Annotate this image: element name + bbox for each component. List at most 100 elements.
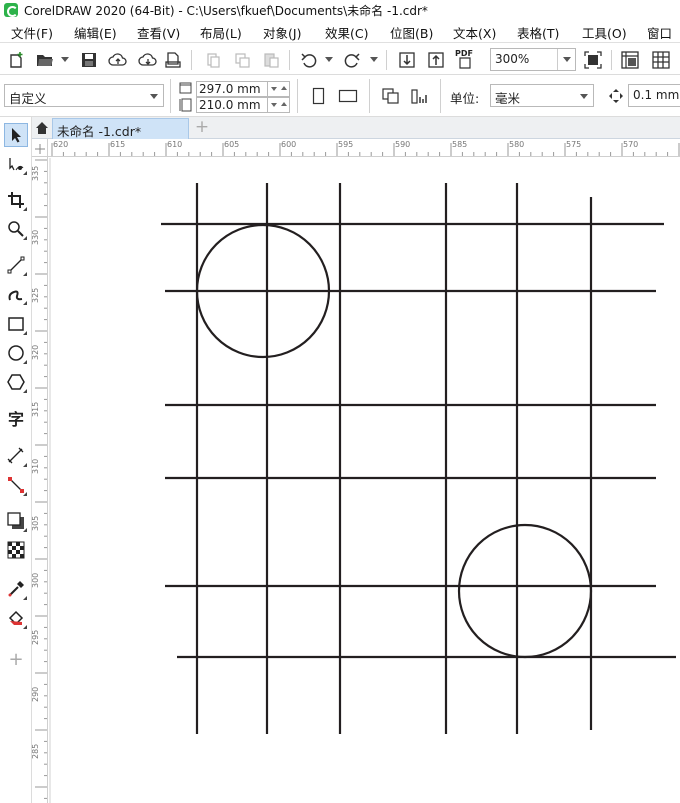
open-dropdown-arrow[interactable] [61, 57, 69, 62]
nudge-distance-value: 0.1 mm [633, 88, 680, 102]
menu-view[interactable]: 查看(V) [137, 23, 180, 42]
add-tool-icon: + [8, 648, 24, 670]
crop-tool[interactable] [4, 188, 28, 212]
portrait-icon [312, 87, 325, 105]
zoom-level-combo[interactable]: 300% [490, 48, 576, 71]
show-grid-button[interactable] [650, 49, 672, 71]
page-width-icon [179, 82, 192, 94]
horizontal-ruler[interactable]: 620 615 610 605 600 595 590 585 580 575 … [48, 139, 680, 157]
page-height-field[interactable]: 210.0 mm [196, 97, 268, 113]
redo-dropdown-arrow[interactable] [370, 57, 378, 62]
drawing-canvas[interactable] [49, 158, 680, 803]
nudge-distance-field[interactable]: 0.1 mm [628, 84, 680, 107]
document-tab[interactable]: 未命名 -1.cdr* [52, 118, 189, 139]
toolbox: 字 + [0, 117, 32, 803]
add-tool-button[interactable]: + [4, 647, 28, 671]
circle-shape[interactable] [457, 523, 593, 659]
page-width-spinner[interactable] [268, 81, 290, 97]
export-button[interactable] [425, 49, 447, 71]
menu-effects[interactable]: 效果(C) [325, 23, 368, 42]
propbar-separator [170, 79, 171, 113]
menu-layout[interactable]: 布局(L) [200, 23, 242, 42]
current-page-button[interactable] [409, 85, 431, 107]
units-value: 毫米 [495, 91, 521, 106]
transparency-tool[interactable] [4, 538, 28, 562]
undo-button[interactable] [298, 49, 320, 71]
text-tool[interactable]: 字 [4, 406, 28, 430]
units-label: 单位: [450, 91, 480, 106]
paper-preset-value: 自定义 [9, 91, 47, 106]
save-button[interactable] [78, 49, 100, 71]
ellipse-tool[interactable] [4, 341, 28, 365]
page-width-field[interactable]: 297.0 mm [196, 81, 268, 97]
menu-edit[interactable]: 编辑(E) [74, 23, 117, 42]
ruler-v-label: 305 [32, 515, 40, 531]
document-tab-label: 未命名 -1.cdr* [57, 124, 142, 139]
ruler-v-label: 300 [32, 572, 40, 588]
undo-dropdown-arrow[interactable] [325, 57, 333, 62]
polygon-tool[interactable] [4, 370, 28, 394]
cut-button[interactable] [202, 49, 224, 71]
menu-file[interactable]: 文件(F) [11, 23, 53, 42]
new-document-icon [10, 52, 23, 68]
cloud-download-button[interactable] [137, 49, 159, 71]
publish-pdf-button[interactable]: PDF [454, 49, 476, 71]
cloud-upload-icon [108, 53, 127, 66]
interactive-fill-tool[interactable] [4, 606, 28, 630]
ruler-origin-corner[interactable] [32, 139, 48, 157]
color-eyedropper-tool[interactable] [4, 577, 28, 601]
open-document-button[interactable] [34, 49, 56, 71]
save-icon [82, 53, 96, 67]
menu-table[interactable]: 表格(T) [517, 23, 559, 42]
show-rulers-button[interactable] [619, 49, 641, 71]
new-document-button[interactable] [6, 49, 28, 71]
portrait-button[interactable] [308, 85, 330, 107]
standard-toolbar: PDF 300% [0, 42, 680, 75]
cloud-upload-button[interactable] [107, 49, 129, 71]
undo-icon [301, 53, 317, 68]
landscape-icon [338, 89, 358, 103]
menu-tools[interactable]: 工具(O) [582, 23, 627, 42]
rectangle-tool[interactable] [4, 312, 28, 336]
page-height-spinner[interactable] [268, 97, 290, 113]
parallel-dimension-tool[interactable] [4, 444, 28, 468]
drawing-artwork[interactable] [49, 158, 680, 803]
zoom-dropdown-arrow[interactable] [557, 49, 575, 70]
ruler-h-label: 590 [395, 140, 411, 149]
welcome-screen-tab[interactable] [32, 117, 52, 139]
zoom-tool[interactable] [4, 217, 28, 241]
freehand-tool[interactable] [4, 253, 28, 277]
artistic-media-tool[interactable] [4, 282, 28, 306]
vertical-ruler[interactable]: 335 330 325 320 315 310 305 300 295 290 … [32, 157, 48, 803]
redo-button[interactable] [341, 49, 363, 71]
all-pages-button[interactable] [380, 85, 402, 107]
zoom-level-value: 300% [495, 52, 530, 66]
ruler-v-label: 285 [32, 743, 40, 759]
copy-button[interactable] [231, 49, 253, 71]
landscape-button[interactable] [337, 85, 359, 107]
coreldraw-logo-icon [4, 3, 18, 17]
drop-shadow-tool[interactable] [4, 509, 28, 533]
pick-tool[interactable] [4, 123, 28, 147]
toolbar-separator [386, 50, 387, 70]
connector-tool[interactable] [4, 473, 28, 497]
paste-button[interactable] [260, 49, 282, 71]
ruler-h-label: 585 [452, 140, 468, 149]
menu-text[interactable]: 文本(X) [453, 23, 496, 42]
menu-object[interactable]: 对象(J) [263, 23, 301, 42]
ruler-v-label: 325 [32, 287, 40, 303]
paper-preset-select[interactable]: 自定义 [4, 84, 164, 107]
new-document-tab-button[interactable]: + [194, 119, 210, 137]
full-screen-button[interactable] [582, 49, 604, 71]
shape-tool[interactable] [4, 152, 28, 176]
menu-bitmaps[interactable]: 位图(B) [390, 23, 433, 42]
import-button[interactable] [396, 49, 418, 71]
menu-window[interactable]: 窗口 [647, 23, 672, 42]
import-icon [399, 52, 415, 68]
vertical-ruler-ticks [35, 159, 47, 799]
pdf-label: PDF [455, 49, 473, 58]
units-select[interactable]: 毫米 [490, 84, 594, 107]
print-button[interactable] [162, 49, 184, 71]
ruler-h-label: 570 [623, 140, 639, 149]
ruler-h-label: 615 [110, 140, 126, 149]
